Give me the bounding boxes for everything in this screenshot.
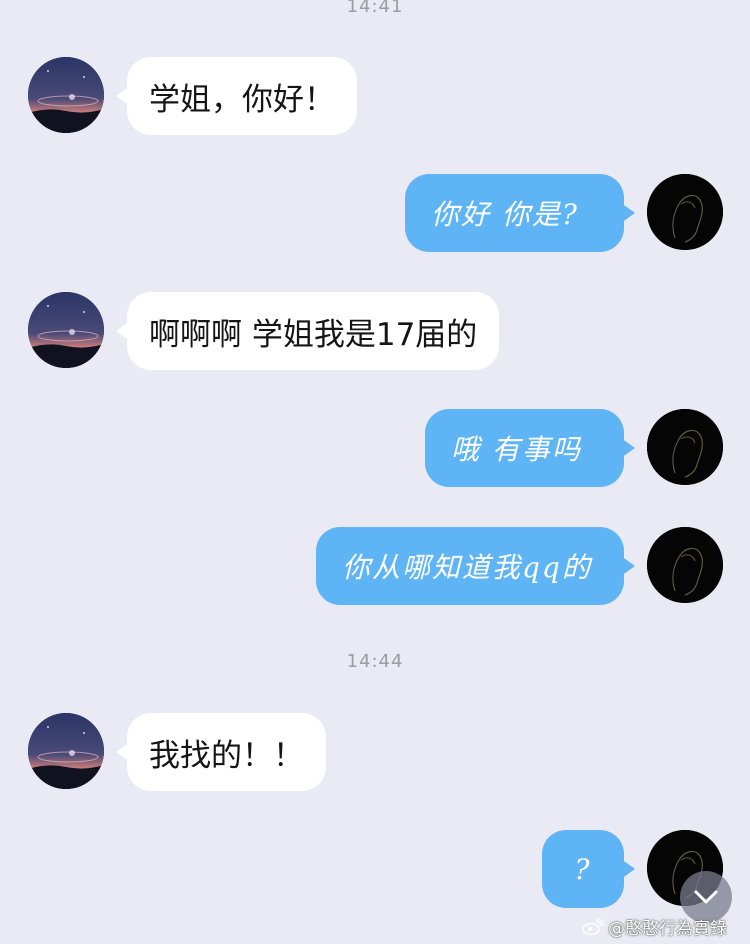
contact-avatar[interactable] [28,292,104,368]
chevron-down-icon [694,890,718,904]
outgoing-message-bubble[interactable]: 你从哪知道我qq的 [316,527,635,605]
message-text: 你从哪知道我qq的 [342,551,592,584]
night-sky-avatar-image [28,57,104,133]
silhouette-avatar-image [647,409,723,485]
message-text: 啊啊啊 学姐我是17届的 [149,316,478,353]
timestamp: 14:44 [346,651,404,672]
silhouette-avatar-image [647,174,723,250]
user-avatar[interactable] [647,527,723,603]
watermark-text: @憨憨行為實錄 [608,919,727,939]
user-avatar[interactable] [647,174,723,250]
silhouette-avatar-image [647,527,723,603]
message-text: 我找的！！ [149,737,304,774]
chat-window[interactable]: 14:41 学姐，你好！ 你好 你是? 啊啊啊 学姐我是17届的 哦 有事吗 你… [0,0,750,944]
message-text: 你好 你是? [431,198,579,231]
watermark: @憨憨行為實錄 [582,914,727,939]
user-avatar[interactable] [647,409,723,485]
night-sky-avatar-image [28,292,104,368]
message-text: ? [574,852,592,886]
outgoing-message-bubble[interactable]: 你好 你是? [405,174,635,252]
incoming-message-bubble[interactable]: 我找的！！ [116,713,326,791]
contact-avatar[interactable] [28,713,104,789]
outgoing-message-bubble[interactable]: 哦 有事吗 [425,409,635,487]
message-text: 学姐，你好！ [149,81,335,118]
contact-avatar[interactable] [28,57,104,133]
incoming-message-bubble[interactable]: 啊啊啊 学姐我是17届的 [115,292,500,370]
timestamp: 14:41 [346,0,404,17]
outgoing-message-bubble[interactable]: ? [542,830,635,908]
weibo-logo-icon [582,917,604,935]
message-text: 哦 有事吗 [451,433,582,466]
night-sky-avatar-image [28,713,104,789]
incoming-message-bubble[interactable]: 学姐，你好！ [116,57,357,135]
